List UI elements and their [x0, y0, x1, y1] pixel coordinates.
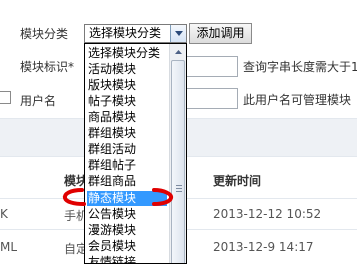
block-category-dropdown[interactable]: 选择模块分类 活动模块 版块模块 帖子模块 商品模块 群组模块 群组活动 群组帖…	[84, 43, 187, 264]
dropdown-scrollbar[interactable]	[169, 44, 186, 263]
dropdown-option[interactable]: 选择模块分类	[87, 46, 167, 61]
block-category-select[interactable]: 选择模块分类	[84, 24, 187, 43]
scrollbar-thumb[interactable]	[171, 60, 185, 263]
row-left-fragment: K	[0, 207, 8, 221]
row-updated: 2013-12-9 14:17	[213, 240, 314, 254]
row-updated: 2013-12-12 10:52	[213, 207, 322, 221]
chevron-down-icon[interactable]	[170, 25, 186, 42]
row-left-fragment: ML	[0, 240, 18, 254]
annotation-right-mark	[152, 188, 174, 206]
block-category-selected-value: 选择模块分类	[89, 26, 162, 40]
scroll-up-arrow-icon[interactable]	[171, 44, 186, 59]
block-identifier-hint: 查询字串长度需大于1	[243, 60, 357, 74]
dropdown-option[interactable]: 商品模块	[87, 110, 167, 125]
dropdown-option[interactable]: 漫游模块	[87, 223, 167, 238]
username-label: 用户名	[20, 94, 57, 108]
dropdown-option[interactable]: 版块模块	[87, 78, 167, 93]
block-category-label: 模块分类	[20, 27, 69, 41]
username-hint: 此用户名可管理模块	[243, 93, 352, 107]
dropdown-option[interactable]: 群组活动	[87, 142, 167, 157]
dropdown-option[interactable]: 群组模块	[87, 126, 167, 141]
row-checkbox[interactable]	[0, 91, 11, 104]
dropdown-option[interactable]: 帖子模块	[87, 94, 167, 109]
add-call-button[interactable]: 添加调用	[189, 23, 252, 44]
block-identifier-label: 模块标识*	[20, 60, 75, 74]
annotation-left-mark	[62, 188, 86, 206]
dropdown-option[interactable]: 友情链接	[87, 255, 167, 263]
dropdown-option[interactable]: 会员模块	[87, 239, 167, 254]
column-header-updated[interactable]: 更新时间	[213, 172, 261, 189]
dropdown-option[interactable]: 群组帖子	[87, 158, 167, 173]
dropdown-option[interactable]: 活动模块	[87, 62, 167, 77]
